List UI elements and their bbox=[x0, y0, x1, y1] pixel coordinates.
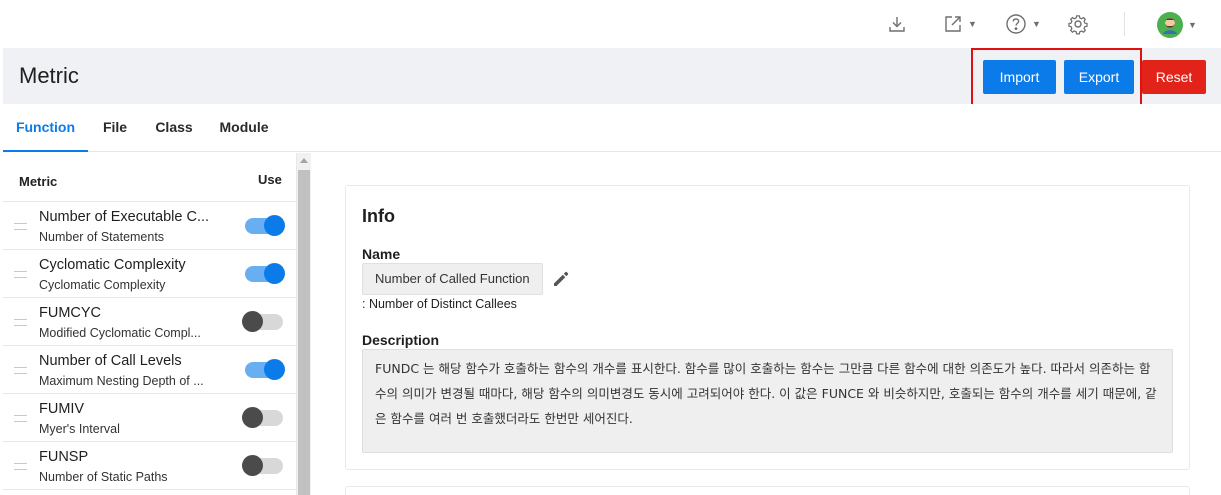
metric-subtitle: Maximum Nesting Depth of ... bbox=[39, 374, 204, 388]
list-item[interactable]: Number of Executable C... Number of Stat… bbox=[3, 202, 296, 250]
drag-handle-icon[interactable] bbox=[14, 223, 27, 230]
chevron-down-icon: ▼ bbox=[1188, 20, 1197, 30]
name-label: Name bbox=[362, 246, 401, 262]
page-header: Metric Import Export Reset bbox=[3, 48, 1221, 104]
metric-name: Cyclomatic Complexity bbox=[39, 257, 186, 273]
help-menu[interactable]: ▼ bbox=[1005, 10, 1041, 38]
use-toggle[interactable] bbox=[242, 407, 283, 428]
info-card: Info Name Number of Called Function : Nu… bbox=[345, 185, 1190, 470]
pencil-icon[interactable] bbox=[551, 269, 571, 289]
top-bar: ▼ ▼ ▼ bbox=[0, 0, 1221, 48]
list-item[interactable]: FUNSP Number of Static Paths bbox=[3, 442, 296, 490]
metric-name-subtitle: : Number of Distinct Callees bbox=[362, 297, 517, 311]
list-item[interactable]: Cyclomatic Complexity Cyclomatic Complex… bbox=[3, 250, 296, 298]
drag-handle-icon[interactable] bbox=[14, 463, 27, 470]
toolbar-divider bbox=[1124, 12, 1125, 36]
metric-list: Metric Use Number of Executable C... Num… bbox=[3, 153, 297, 495]
use-toggle[interactable] bbox=[245, 359, 285, 380]
metric-subtitle: Myer's Interval bbox=[39, 422, 120, 436]
metric-name: FUNSP bbox=[39, 449, 89, 465]
external-link-icon bbox=[945, 16, 961, 32]
metric-tabs: Function File Class Module bbox=[3, 104, 1221, 152]
help-icon bbox=[1006, 14, 1026, 34]
column-header-metric: Metric bbox=[19, 174, 58, 189]
use-toggle[interactable] bbox=[242, 311, 283, 332]
chevron-down-icon: ▼ bbox=[1032, 19, 1041, 29]
tab-function[interactable]: Function bbox=[3, 104, 88, 152]
drag-handle-icon[interactable] bbox=[14, 319, 27, 326]
user-menu[interactable]: ▼ bbox=[1157, 11, 1197, 39]
download-icon bbox=[889, 17, 905, 32]
tab-file[interactable]: File bbox=[94, 104, 136, 152]
use-toggle[interactable] bbox=[245, 215, 285, 236]
gear-icon bbox=[1068, 15, 1088, 35]
secondary-card bbox=[345, 486, 1190, 495]
use-toggle[interactable] bbox=[242, 455, 283, 476]
tab-class[interactable]: Class bbox=[151, 104, 197, 152]
import-button[interactable]: Import bbox=[983, 60, 1056, 94]
list-scrollbar[interactable] bbox=[297, 153, 311, 495]
export-button[interactable]: Export bbox=[1064, 60, 1134, 94]
scrollbar-thumb[interactable] bbox=[298, 170, 310, 495]
list-header: Metric Use bbox=[3, 153, 296, 202]
metric-name-field[interactable]: Number of Called Function bbox=[362, 263, 543, 295]
metric-subtitle: Number of Static Paths bbox=[39, 470, 168, 484]
use-toggle[interactable] bbox=[245, 263, 285, 284]
tab-module[interactable]: Module bbox=[215, 104, 273, 152]
chevron-down-icon: ▼ bbox=[968, 19, 977, 29]
metric-name: FUMCYC bbox=[39, 305, 102, 321]
metric-subtitle: Number of Statements bbox=[39, 230, 165, 244]
metric-name: FUMIV bbox=[39, 401, 85, 417]
column-header-use: Use bbox=[258, 172, 282, 187]
info-title: Info bbox=[362, 206, 395, 226]
metric-subtitle: Modified Cyclomatic Compl... bbox=[39, 326, 201, 340]
list-item[interactable]: Number of Call Levels Maximum Nesting De… bbox=[3, 346, 296, 394]
description-label: Description bbox=[362, 332, 440, 348]
metric-name: Number of Call Levels bbox=[39, 353, 182, 369]
settings-button[interactable] bbox=[1067, 10, 1089, 38]
metric-name: Number of Executable C... bbox=[39, 209, 210, 225]
reset-button[interactable]: Reset bbox=[1142, 60, 1206, 94]
avatar bbox=[1157, 12, 1183, 38]
page-title: Metric bbox=[19, 63, 79, 88]
drag-handle-icon[interactable] bbox=[14, 271, 27, 278]
description-text: FUNDC 는 해당 함수가 호출하는 함수의 개수를 표시한다. 함수를 많이… bbox=[362, 349, 1173, 453]
scroll-up-icon[interactable] bbox=[300, 158, 308, 163]
open-external-menu[interactable]: ▼ bbox=[943, 10, 977, 38]
drag-handle-icon[interactable] bbox=[14, 415, 27, 422]
list-item[interactable]: FUMCYC Modified Cyclomatic Compl... bbox=[3, 298, 296, 346]
metric-subtitle: Cyclomatic Complexity bbox=[39, 278, 166, 292]
download-button[interactable] bbox=[887, 10, 907, 38]
list-item[interactable]: FUMIV Myer's Interval bbox=[3, 394, 296, 442]
drag-handle-icon[interactable] bbox=[14, 367, 27, 374]
